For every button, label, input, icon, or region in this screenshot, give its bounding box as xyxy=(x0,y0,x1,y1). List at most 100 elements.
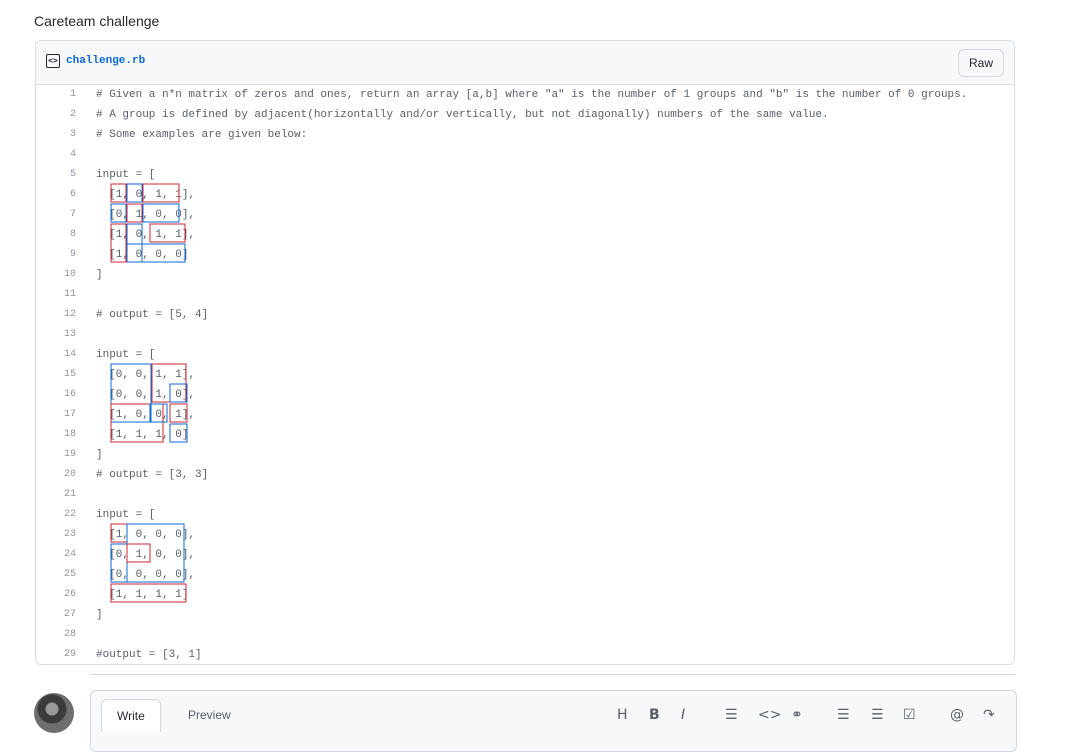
line-content: # Given a n*n matrix of zeros and ones, … xyxy=(96,89,968,101)
line-content: [1, 0, 1, 1], xyxy=(96,229,196,241)
line-number[interactable]: 23 xyxy=(36,525,76,545)
line-number[interactable]: 3 xyxy=(36,125,76,145)
italic-icon[interactable]: I xyxy=(681,707,685,723)
line-content: [0, 1, 0, 0], xyxy=(96,549,196,561)
line-number[interactable]: 9 xyxy=(36,245,76,265)
code-line: 13 xyxy=(36,325,1014,345)
line-content: #output = [3, 1] xyxy=(96,649,202,661)
task-list-icon[interactable]: ☑ xyxy=(903,707,916,723)
code-line: 22 input = [ xyxy=(36,505,1014,525)
raw-button[interactable]: Raw xyxy=(958,49,1004,77)
line-number[interactable]: 17 xyxy=(36,405,76,425)
code-icon[interactable]: <> xyxy=(758,707,781,723)
heading-icon[interactable]: H xyxy=(617,707,628,723)
reference-icon[interactable]: ↷ xyxy=(983,707,995,723)
line-number[interactable]: 10 xyxy=(36,265,76,285)
line-content: [0, 1, 0, 0], xyxy=(96,209,196,221)
tab-write[interactable]: Write xyxy=(101,699,161,732)
quote-icon[interactable]: ☰ xyxy=(725,707,738,723)
line-number[interactable]: 18 xyxy=(36,425,76,445)
code-line: 11 xyxy=(36,285,1014,305)
line-number[interactable]: 13 xyxy=(36,325,76,345)
line-number[interactable]: 20 xyxy=(36,465,76,485)
line-content: # A group is defined by adjacent(horizon… xyxy=(96,109,829,121)
line-number[interactable]: 8 xyxy=(36,225,76,245)
code-line: 17 [1, 0, 0, 1], xyxy=(36,405,1014,425)
page-title: Careteam challenge xyxy=(34,13,160,29)
line-content: # Some examples are given below: xyxy=(96,129,308,141)
line-number[interactable]: 11 xyxy=(36,285,76,305)
line-content: [1, 0, 0, 1], xyxy=(96,409,196,421)
code-line: 29 #output = [3, 1] xyxy=(36,645,1014,664)
line-number[interactable]: 19 xyxy=(36,445,76,465)
code-line: 24 [0, 1, 0, 0], xyxy=(36,545,1014,565)
comment-editor: Write Preview H B I ☰ <> ⚭ ☰ ☰ ☑ @ ↷ xyxy=(90,690,1017,752)
line-number[interactable]: 15 xyxy=(36,365,76,385)
line-content: [0, 0, 1, 1], xyxy=(96,369,196,381)
line-number[interactable]: 25 xyxy=(36,565,76,585)
code-line: 18 [1, 1, 1, 0] xyxy=(36,425,1014,445)
line-number[interactable]: 26 xyxy=(36,585,76,605)
code-line: 6 [1, 0, 1, 1], xyxy=(36,185,1014,205)
line-number[interactable]: 2 xyxy=(36,105,76,125)
line-number[interactable]: 1 xyxy=(36,85,76,105)
line-content: [1, 0, 1, 1], xyxy=(96,189,196,201)
code-line: 1 # Given a n*n matrix of zeros and ones,… xyxy=(36,85,1014,105)
code-file-icon: <> xyxy=(46,54,60,68)
code-line: 7 [0, 1, 0, 0], xyxy=(36,205,1014,225)
line-content: input = [ xyxy=(96,349,156,361)
code-line: 19] xyxy=(36,445,1014,465)
line-content: # output = [5, 4] xyxy=(96,309,209,321)
line-number[interactable]: 29 xyxy=(36,645,76,664)
line-content: [1, 1, 1, 0] xyxy=(96,429,189,441)
line-content: [1, 0, 0, 0] xyxy=(96,249,189,261)
line-content: [0, 0, 0, 0], xyxy=(96,569,196,581)
line-number[interactable]: 21 xyxy=(36,485,76,505)
bold-icon[interactable]: B xyxy=(649,707,660,723)
line-number[interactable]: 14 xyxy=(36,345,76,365)
line-number[interactable]: 6 xyxy=(36,185,76,205)
line-number[interactable]: 4 xyxy=(36,145,76,165)
line-content: ] xyxy=(96,449,103,461)
avatar[interactable] xyxy=(34,693,74,733)
line-number[interactable]: 28 xyxy=(36,625,76,645)
line-number[interactable]: 22 xyxy=(36,505,76,525)
line-number[interactable]: 5 xyxy=(36,165,76,185)
code-line: 23 [1, 0, 0, 0], xyxy=(36,525,1014,545)
tab-preview[interactable]: Preview xyxy=(188,705,231,725)
line-content: ] xyxy=(96,609,103,621)
link-icon[interactable]: ⚭ xyxy=(791,707,803,723)
code-line: 15 [0, 0, 1, 1], xyxy=(36,365,1014,385)
code-line: 21 xyxy=(36,485,1014,505)
code-line: 27] xyxy=(36,605,1014,625)
line-number[interactable]: 16 xyxy=(36,385,76,405)
line-number[interactable]: 27 xyxy=(36,605,76,625)
line-number[interactable]: 24 xyxy=(36,545,76,565)
line-content: [1, 1, 1, 1] xyxy=(96,589,189,601)
numbered-list-icon[interactable]: ☰ xyxy=(871,707,884,723)
code-line: 2 # A group is defined by adjacent(horizo… xyxy=(36,105,1014,125)
line-content: ] xyxy=(96,269,103,281)
code-line: 5 input = [ xyxy=(36,165,1014,185)
line-content: input = [ xyxy=(96,169,156,181)
code-line: 4 xyxy=(36,145,1014,165)
code-line: 25 [0, 0, 0, 0], xyxy=(36,565,1014,585)
line-content: input = [ xyxy=(96,509,156,521)
mention-icon[interactable]: @ xyxy=(950,707,964,723)
gist-file: <> challenge.rb Raw 1 # Given a n*n matri… xyxy=(35,40,1015,665)
code-line: 16 [0, 0, 1, 0], xyxy=(36,385,1014,405)
line-content: [0, 0, 1, 0], xyxy=(96,389,196,401)
line-number[interactable]: 7 xyxy=(36,205,76,225)
code-line: 10] xyxy=(36,265,1014,285)
line-number[interactable]: 12 xyxy=(36,305,76,325)
line-content: [1, 0, 0, 0], xyxy=(96,529,196,541)
divider xyxy=(90,674,1015,675)
bulleted-list-icon[interactable]: ☰ xyxy=(837,707,850,723)
code-line: 9 [1, 0, 0, 0] xyxy=(36,245,1014,265)
file-name-link[interactable]: challenge.rb xyxy=(66,55,145,67)
code-line: 3 # Some examples are given below: xyxy=(36,125,1014,145)
code-line: 26 [1, 1, 1, 1] xyxy=(36,585,1014,605)
code-line: 14 input = [ xyxy=(36,345,1014,365)
line-content: # output = [3, 3] xyxy=(96,469,209,481)
code-line: 28 xyxy=(36,625,1014,645)
